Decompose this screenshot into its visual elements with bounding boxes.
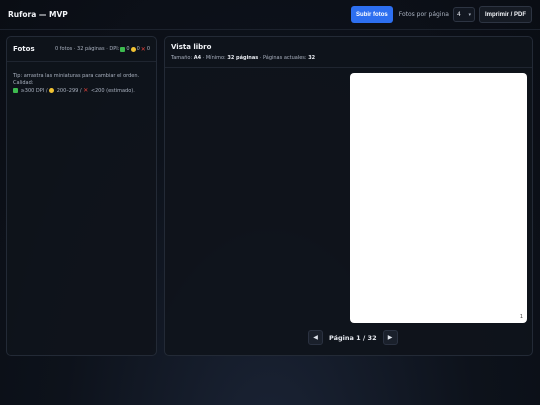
upload-photos-button[interactable]: Subir fotos	[351, 6, 393, 23]
check-square-icon	[13, 88, 18, 93]
dpi-good-count: 0	[126, 46, 130, 52]
dpi-good-badge: 0	[120, 46, 130, 52]
size-value: A4	[193, 55, 202, 61]
current-label: · Páginas actuales:	[259, 55, 307, 61]
dpi-bad-badge: ✕ 0	[141, 46, 150, 53]
photos-per-page-label: Fotos por página	[398, 11, 449, 18]
tip-mid: 200–299 /	[56, 88, 82, 94]
page-number: 1	[519, 314, 523, 320]
app-title: Rufora — MVP	[8, 10, 68, 19]
dpi-bad-count: 0	[146, 46, 150, 52]
yellow-circle-icon	[49, 88, 55, 93]
photos-panel-title: Fotos	[13, 45, 35, 53]
min-value: 32 páginas	[227, 55, 259, 61]
photos-panel-divider	[7, 61, 156, 62]
photos-panel: Fotos 0 fotos · 32 páginas · DPI: 0 0 ✕ …	[6, 36, 157, 356]
dpi-mid-badge: 0	[130, 46, 140, 52]
book-view-title: Vista libro	[171, 43, 212, 51]
pager: ◀ Página 1 / 32 ▶	[308, 330, 398, 345]
yellow-circle-icon	[130, 46, 136, 52]
book-view-panel: Vista libro Tamaño: A4 · Mínimo: 32 pági…	[164, 36, 533, 356]
min-label: · Mínimo:	[202, 55, 226, 61]
book-view-summary: Tamaño: A4 · Mínimo: 32 páginas · Página…	[171, 55, 526, 61]
book-page-preview[interactable]: 1	[350, 73, 527, 323]
current-value: 32	[308, 55, 316, 61]
print-pdf-button[interactable]: Imprimir / PDF	[478, 6, 532, 23]
photos-per-page-select[interactable]: 4 ▾	[452, 7, 475, 22]
tip-good: ≥300 DPI /	[20, 88, 48, 94]
tip-bad: <200 (estimado).	[90, 88, 135, 94]
tip-line-1: Tip: arrastra las miniaturas para cambia…	[13, 73, 140, 86]
chevron-down-icon: ▾	[468, 11, 471, 18]
check-square-icon	[120, 46, 126, 52]
quality-tip: Tip: arrastra las miniaturas para cambia…	[7, 73, 156, 95]
chevron-left-icon: ◀	[313, 335, 318, 341]
previous-page-button[interactable]: ◀	[308, 330, 323, 345]
photos-stats-text: 0 fotos · 32 páginas · DPI:	[55, 46, 120, 52]
book-view-divider	[165, 67, 532, 68]
photos-per-page-value: 4	[456, 11, 461, 18]
cross-mark-icon: ✕	[83, 87, 89, 94]
page-indicator: Página 1 / 32	[329, 333, 377, 342]
dpi-mid-count: 0	[136, 46, 140, 52]
photos-panel-header: Fotos 0 fotos · 32 páginas · DPI: 0 0 ✕ …	[7, 37, 156, 55]
photos-stats: 0 fotos · 32 páginas · DPI: 0 0 ✕ 0	[55, 46, 150, 53]
top-bar: Rufora — MVP Subir fotos Fotos por págin…	[0, 0, 540, 30]
chevron-right-icon: ▶	[387, 335, 393, 341]
size-label: Tamaño:	[171, 55, 193, 61]
book-view-header: Vista libro Tamaño: A4 · Mínimo: 32 pági…	[165, 37, 532, 61]
next-page-button[interactable]: ▶	[382, 330, 398, 345]
cross-mark-icon: ✕	[140, 45, 146, 53]
